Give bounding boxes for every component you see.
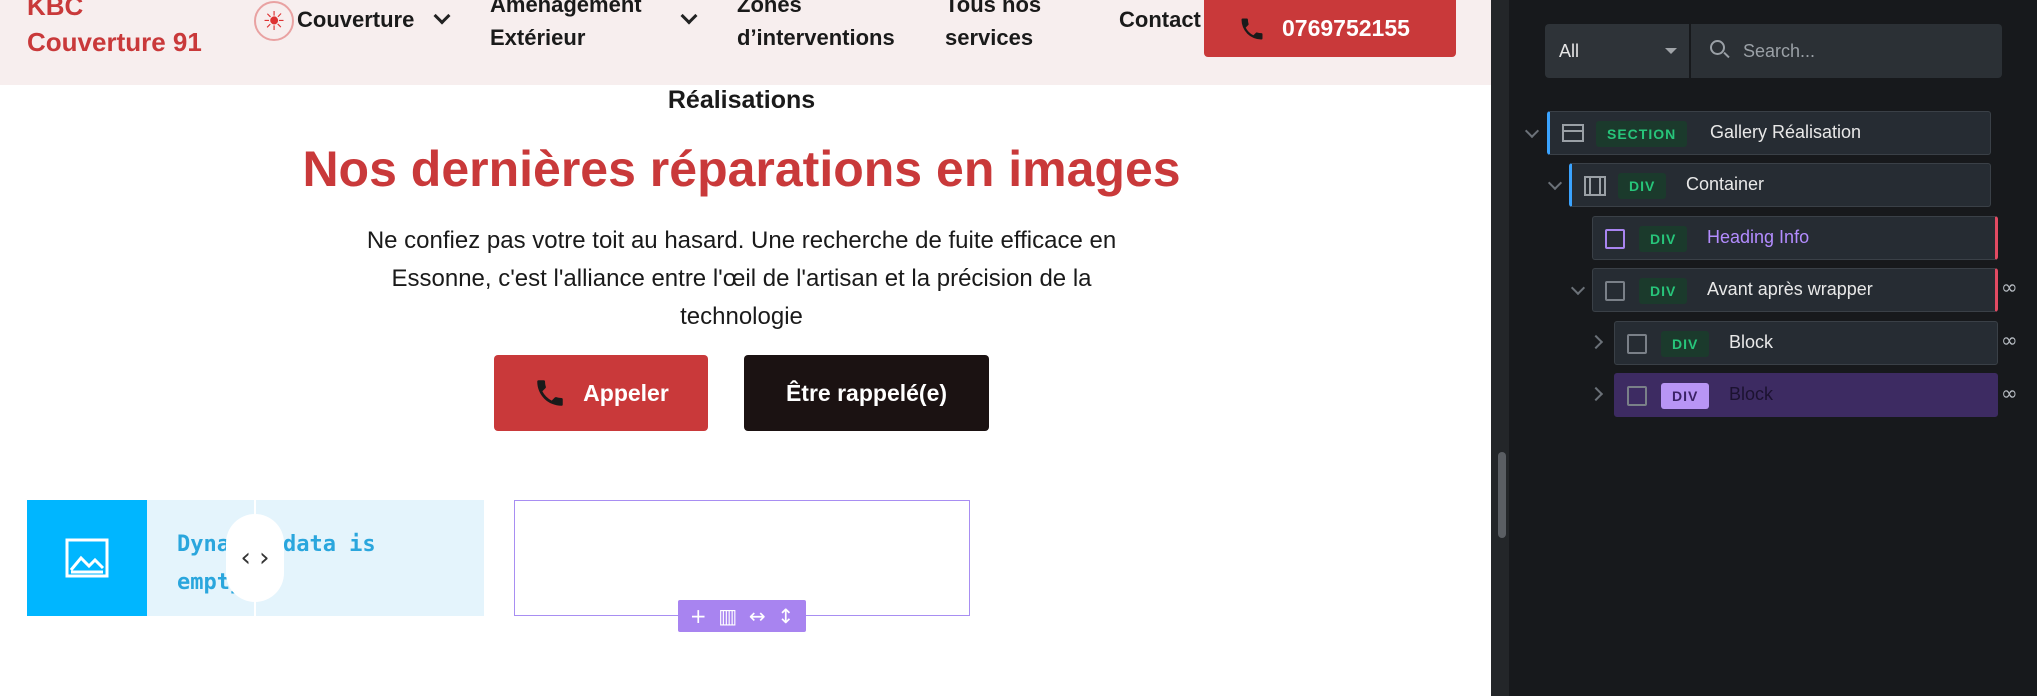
nav-amenagement[interactable]: Aménagement Extérieur — [490, 0, 642, 54]
tree-row-label: Heading Info — [1707, 227, 1810, 247]
header-phone-button[interactable]: 0769752155 — [1204, 0, 1456, 57]
nav-zones[interactable]: Zones d’interventions — [737, 0, 895, 54]
site-header: KBC Couverture 91 ☀ Couverture Aménageme… — [0, 0, 1491, 85]
tag-badge: DIV — [1639, 278, 1688, 304]
nav-zones-line2: d’interventions — [737, 25, 895, 50]
chevron-down-icon[interactable] — [433, 7, 451, 25]
image-icon — [27, 500, 147, 616]
tree-row-label: Block — [1729, 384, 1774, 404]
callback-button[interactable]: Être rappelé(e) — [744, 355, 989, 431]
filter-select-value: All — [1559, 40, 1580, 61]
nav-contact[interactable]: Contact — [1119, 3, 1201, 36]
add-icon[interactable]: + — [690, 604, 707, 628]
section-title: Nos dernières réparations en images — [302, 141, 1181, 197]
tree-row-block[interactable]: DIV Block — [1614, 321, 1998, 365]
tag-badge: DIV — [1661, 383, 1710, 409]
tag-badge: DIV — [1618, 173, 1667, 199]
dynamic-data-empty-text: Dynamic data is empty — [177, 532, 376, 595]
tag-badge: SECTION — [1596, 121, 1688, 147]
tree-row-label: Gallery Réalisation — [1710, 122, 1862, 142]
tree-row-section[interactable]: SECTION Gallery Réalisation — [1547, 111, 1991, 155]
section-kicker: Réalisations — [667, 86, 816, 114]
tree-row-wrapper[interactable]: DIV Avant après wrapper — [1592, 268, 1998, 312]
tree-row-heading-info[interactable]: DIV Heading Info — [1592, 216, 1998, 260]
header-phone-number: 0769752155 — [1282, 15, 1410, 41]
phone-icon — [537, 380, 563, 406]
logo-line1: KBC — [27, 0, 84, 21]
sun-icon: ☀ — [254, 1, 294, 41]
tree-row-label: Avant après wrapper — [1707, 279, 1873, 299]
tag-badge: DIV — [1639, 226, 1688, 252]
checkbox[interactable] — [1605, 229, 1625, 249]
phone-icon — [1241, 18, 1263, 39]
resize-vertical-icon[interactable]: ↕ — [777, 604, 794, 628]
container-icon — [1584, 176, 1606, 196]
link-icon[interactable]: ∞ — [2001, 328, 2018, 352]
logo-line2: Couverture 91 — [27, 27, 202, 57]
tree-row-block-selected[interactable]: DIV Block — [1614, 373, 1998, 417]
canvas-scrollbar[interactable] — [1498, 452, 1506, 538]
checkbox[interactable] — [1627, 386, 1647, 406]
selected-block-outline[interactable] — [514, 500, 970, 616]
nav-amenagement-line2: Extérieur — [490, 25, 586, 50]
panel-gutter — [1491, 0, 1509, 696]
section-lead: Ne confiez pas votre toit au hasard. Une… — [366, 227, 1117, 330]
compare-slider-handle[interactable]: ‹ › — [226, 514, 284, 602]
link-icon[interactable]: ∞ — [2001, 275, 2018, 299]
columns-icon[interactable]: ▥ — [718, 604, 737, 628]
tree-row-container[interactable]: DIV Container — [1569, 163, 1991, 207]
tag-badge: DIV — [1661, 331, 1710, 357]
nav-services[interactable]: Tous nos services — [945, 0, 1041, 54]
nav-services-line2: services — [945, 25, 1034, 50]
link-icon[interactable]: ∞ — [2001, 381, 2018, 405]
resize-horizontal-icon[interactable]: ↔ — [749, 604, 766, 628]
site-logo[interactable]: KBC Couverture 91 — [27, 0, 202, 60]
nav-services-line1: Tous nos — [945, 0, 1042, 17]
call-button-label: Appeler — [583, 379, 669, 406]
tree-row-label: Container — [1686, 174, 1765, 194]
nav-zones-line1: Zones — [737, 0, 802, 17]
nav-amenagement-line1: Aménagement — [490, 0, 642, 17]
search-input[interactable]: Search... — [1691, 24, 2002, 78]
callback-button-label: Être rappelé(e) — [785, 379, 948, 406]
checkbox[interactable] — [1605, 281, 1625, 301]
chevron-down-icon[interactable] — [680, 7, 698, 25]
dropdown-caret-icon[interactable] — [1665, 48, 1677, 54]
checkbox[interactable] — [1627, 334, 1647, 354]
nav-couverture[interactable]: Couverture — [297, 3, 414, 36]
page-canvas: KBC Couverture 91 ☀ Couverture Aménageme… — [0, 0, 1491, 696]
tree-row-label: Block — [1729, 332, 1774, 352]
call-button[interactable]: Appeler — [494, 355, 708, 431]
section-icon — [1562, 124, 1584, 142]
element-toolbar: + ▥ ↔ ↕ — [678, 600, 806, 632]
search-icon — [1710, 40, 1725, 55]
